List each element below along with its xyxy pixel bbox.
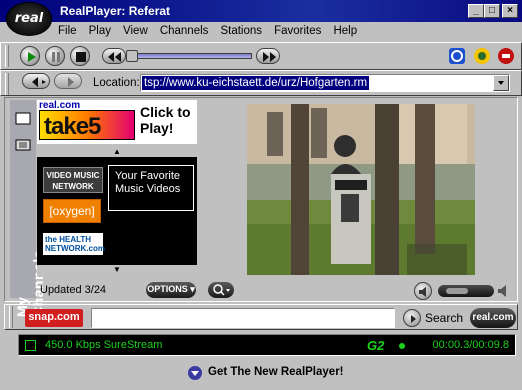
search-label[interactable]: Search — [425, 311, 463, 325]
status-indicator-icon — [25, 340, 36, 351]
toolbar-grip[interactable] — [5, 73, 9, 95]
menu-file[interactable]: File — [58, 22, 77, 40]
volume-slider[interactable] — [438, 285, 494, 297]
oxygen-logo[interactable]: [oxygen] — [43, 199, 101, 223]
display-view-icon[interactable] — [14, 110, 32, 128]
arrow-right-icon — [411, 315, 416, 323]
video-frame-image — [247, 104, 475, 275]
back-icon — [32, 77, 46, 87]
close-button[interactable]: × — [502, 4, 518, 18]
featured-channel-text[interactable]: Your Favorite Music Videos — [108, 165, 194, 211]
location-dropdown-button[interactable] — [493, 75, 509, 91]
channel-guide-icon[interactable] — [497, 47, 515, 65]
stop-icon — [76, 52, 86, 62]
location-label: Location: — [93, 77, 140, 89]
scroll-down-button[interactable]: ▼ — [37, 265, 197, 275]
bandwidth-text: 450.0 Kbps SureStream — [45, 339, 163, 351]
minimize-button[interactable]: _ — [468, 4, 484, 18]
film-strip-icon[interactable] — [14, 136, 32, 154]
video-display — [247, 104, 475, 275]
g2-codec-badge: G2 — [367, 338, 385, 353]
search-input[interactable] — [91, 308, 395, 328]
toolbar-grip[interactable] — [9, 306, 13, 328]
window-title: RealPlayer: Referat — [60, 4, 171, 18]
location-value[interactable]: tsp://www.ku-eichstaett.de/urz/Hofgarten… — [142, 76, 370, 90]
menu-play[interactable]: Play — [89, 22, 111, 40]
ad-cta: Click to Play! — [140, 104, 191, 136]
play-icon — [28, 52, 36, 62]
scroll-up-button[interactable]: ▲ — [37, 147, 197, 157]
menu-stations[interactable]: Stations — [220, 22, 262, 40]
forward-icon — [68, 77, 74, 87]
menu-help[interactable]: Help — [333, 22, 357, 40]
video-music-network-logo[interactable]: VIDEO MUSIC NETWORK — [43, 167, 103, 193]
download-icon[interactable] — [187, 365, 203, 381]
forward-button[interactable] — [54, 73, 82, 89]
stop-button[interactable] — [70, 46, 90, 66]
speaker-icon — [498, 285, 506, 297]
take5-ad-banner[interactable]: real.com take5 Click to Play! — [37, 100, 197, 144]
rewind-button[interactable] — [102, 48, 126, 64]
search-button[interactable] — [403, 309, 421, 327]
zoom-button[interactable] — [208, 282, 234, 298]
menu-view[interactable]: View — [123, 22, 148, 40]
get-new-realplayer-link[interactable]: Get The New RealPlayer! — [208, 366, 344, 378]
location-input[interactable]: tsp://www.ku-eichstaett.de/urz/Hofgarten… — [140, 74, 510, 92]
time-counter: 00:00.3/00:09.8 — [432, 339, 509, 351]
mute-button[interactable] — [414, 282, 432, 300]
toolbar-grip[interactable] — [5, 45, 9, 67]
maximize-button[interactable]: □ — [484, 4, 500, 18]
menu-favorites[interactable]: Favorites — [274, 22, 321, 40]
channel-list: ▲ VIDEO MUSIC NETWORK [oxygen] the HEALT… — [37, 147, 197, 275]
menu-bar: File Play View Channels Stations Favorit… — [58, 22, 366, 40]
options-button[interactable]: OPTIONS ▾ — [146, 282, 196, 298]
back-button[interactable] — [22, 73, 50, 89]
browser-icon[interactable] — [448, 47, 466, 65]
play-button[interactable] — [20, 46, 40, 66]
favorites-icon[interactable] — [473, 47, 491, 65]
activity-dot — [399, 343, 405, 349]
pause-button[interactable] — [45, 46, 65, 66]
fast-forward-icon — [263, 52, 276, 62]
snap-logo[interactable]: snap.com — [25, 309, 83, 327]
chevron-down-icon — [498, 81, 504, 85]
seek-track[interactable] — [128, 53, 252, 59]
mute-icon — [419, 287, 426, 297]
rewind-icon — [108, 52, 121, 62]
pause-icon — [52, 52, 60, 62]
seek-slider-handle[interactable] — [126, 50, 138, 62]
real-logo-icon[interactable]: real — [6, 2, 52, 36]
health-network-logo[interactable]: the HEALTH NETWORK.com — [43, 233, 105, 255]
volume-fill — [446, 288, 468, 294]
updated-label: Updated 3/24 — [40, 284, 107, 296]
magnifier-icon — [213, 284, 230, 296]
realcom-button[interactable]: real.com — [470, 308, 516, 328]
my-channels-tab[interactable]: My Channels — [10, 100, 46, 317]
fast-forward-button[interactable] — [256, 48, 280, 64]
menu-channels[interactable]: Channels — [160, 22, 209, 40]
status-bar: 450.0 Kbps SureStream G2 00:00.3/00:09.8 — [18, 334, 516, 356]
take5-logo: take5 — [39, 110, 135, 140]
